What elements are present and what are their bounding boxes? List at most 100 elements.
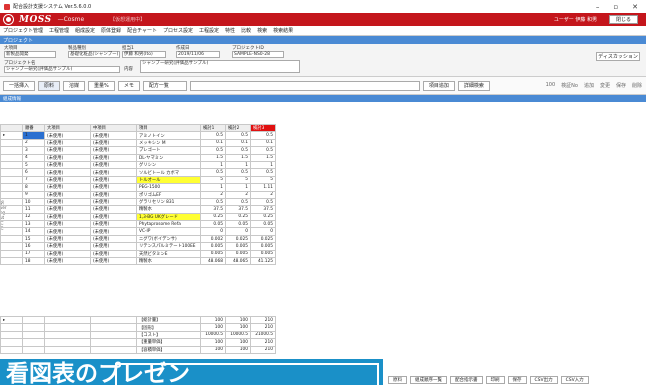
menu-material[interactable]: 原体登録 [101,27,121,34]
cell-order[interactable]: 18 [22,257,45,266]
row-indicator[interactable] [0,257,23,266]
row-indicator[interactable] [0,168,23,177]
close-icon[interactable]: ✕ [632,3,638,11]
row-indicator[interactable] [0,197,23,207]
cell-item[interactable]: プレゴート [136,146,201,155]
table-row[interactable]: 8 (未使用) (未使用) PEG-1500 1 1 1.11 [0,183,276,192]
cell-order[interactable]: 11 [22,205,45,214]
maximize-icon[interactable]: ▫ [613,3,618,11]
table-row[interactable]: 17 (未使用) (未使用) 天然ビタミンE 0.005 0.005 0.005 [0,249,276,259]
cell-study2[interactable]: 0 [225,227,251,236]
table-row[interactable]: 12 (未使用) (未使用) 1,3-BG UKグレード 0.25 0.25 0.25 [0,212,276,222]
cell-major[interactable]: (未使用) [44,131,91,140]
cell-order[interactable]: 12 [22,212,45,222]
cell-study3[interactable]: 0.5 [250,168,276,177]
col-major[interactable]: 大項目 [44,124,91,133]
cell-study3[interactable]: 0.005 [250,242,276,251]
cell-item[interactable]: DL-ヤマミン [136,153,201,162]
cell-item[interactable]: Phytaprosome Refa [136,220,201,229]
cell-major[interactable]: (未使用) [44,227,91,236]
menu-compare[interactable]: 比較 [241,27,251,34]
formula-select[interactable]: 配方一覧 [142,80,187,91]
cell-study2[interactable]: 0.25 [225,212,251,222]
table-row[interactable]: 15 (未使用) (未使用) ニグワ(ボイデンサ) 0.002 0.025 0.025 [0,234,276,244]
cell-study3[interactable]: 0.1 [250,138,276,148]
cell-item[interactable]: グラリセリン 831 [136,197,201,207]
cell-study2[interactable]: 0.5 [225,197,251,207]
cell-study3[interactable]: 37.5 [250,205,276,214]
row-indicator[interactable]: ▸ [0,131,23,140]
cell-major[interactable]: (未使用) [44,190,91,199]
cell-study3[interactable]: 5 [250,175,276,185]
menu-search-result[interactable]: 検索結果 [273,27,293,34]
cell-mid[interactable]: (未使用) [90,257,137,266]
cell-order[interactable]: 2 [22,138,45,148]
cell-mid[interactable]: (未使用) [90,197,137,207]
cell-study2[interactable]: 1.5 [225,153,251,162]
cell-study1[interactable]: 0.05 [200,220,226,229]
row-indicator[interactable] [0,183,23,192]
row-indicator[interactable] [0,249,23,259]
cell-order[interactable]: 8 [22,183,45,192]
cell-study1[interactable]: 0.25 [200,212,226,222]
cell-mid[interactable]: (未使用) [90,190,137,199]
cell-order[interactable]: 13 [22,220,45,229]
cell-study2[interactable]: 0.5 [225,168,251,177]
row-indicator[interactable] [0,138,23,148]
table-row[interactable]: 18 (未使用) (未使用) 精製水 48.068 48.065 41.125 [0,257,276,266]
link-100[interactable]: 100 [546,82,556,89]
row-indicator[interactable] [0,234,23,244]
cell-mid[interactable]: (未使用) [90,205,137,214]
cell-major[interactable]: (未使用) [44,146,91,155]
cell-study2[interactable]: 0.005 [225,242,251,251]
cell-study3[interactable]: 41.125 [250,257,276,266]
col-study1[interactable]: 検討1 [200,124,226,133]
cell-major[interactable]: (未使用) [44,220,91,229]
cell-study3[interactable]: 0.005 [250,249,276,259]
cell-study3[interactable]: 0 [250,227,276,236]
cell-order[interactable]: 7 [22,175,45,185]
row-indicator[interactable] [0,220,23,229]
cell-major[interactable]: (未使用) [44,205,91,214]
cell-study3[interactable]: 0.05 [250,220,276,229]
content-textarea[interactable]: シャンプー研究(評価品サンプル) [140,60,300,73]
menu-project[interactable]: プロジェクト管理 [3,27,43,34]
menu-process[interactable]: 工程管理 [49,27,69,34]
cell-mid[interactable]: (未使用) [90,234,137,244]
cell-study3[interactable]: 1.5 [250,153,276,162]
cell-item[interactable]: トルオール [136,175,201,185]
table-row[interactable]: 9 (未使用) (未使用) ポリゴムEF 2 2 2 [0,190,276,199]
cell-study3[interactable]: 0.25 [250,212,276,222]
cell-study1[interactable]: 0.002 [200,234,226,244]
cell-item[interactable]: 天然ビタミンE [136,249,201,259]
cell-item[interactable]: 精製水 [136,205,201,214]
cell-mid[interactable]: (未使用) [90,146,137,155]
cell-study3[interactable]: 0.025 [250,234,276,244]
cell-mid[interactable]: (未使用) [90,160,137,170]
cell-order[interactable]: 6 [22,168,45,177]
cell-item[interactable]: ソルビトール カボマ [136,168,201,177]
cell-study2[interactable]: 0.05 [225,220,251,229]
solvent-button[interactable]: 溶媒 [63,80,86,91]
menu-chart[interactable]: 配合チャート [127,27,157,34]
menu-search[interactable]: 検索 [257,27,267,34]
table-row[interactable]: 11 (未使用) (未使用) 精製水 37.5 37.5 37.5 [0,205,276,214]
cell-study1[interactable]: 0.005 [200,242,226,251]
table-row[interactable]: 13 (未使用) (未使用) Phytaprosome Refa 0.05 0.05 0.0… [0,220,276,229]
cell-major[interactable]: (未使用) [44,175,91,185]
cell-study1[interactable]: 0.5 [200,197,226,207]
cell-major[interactable]: (未使用) [44,257,91,266]
cell-study3[interactable]: 2 [250,190,276,199]
link-delete[interactable]: 削除 [632,82,642,89]
cell-order[interactable]: 3 [22,146,45,155]
row-indicator[interactable] [0,212,23,222]
cell-mid[interactable]: (未使用) [90,212,137,222]
cell-major[interactable]: (未使用) [44,242,91,251]
link-verify-no[interactable]: 検証No [561,82,578,89]
csv-export-button[interactable]: CSV出力 [529,376,558,384]
menu-property[interactable]: 特性 [225,27,235,34]
cell-study2[interactable]: 0.005 [225,249,251,259]
row-indicator[interactable] [0,146,23,155]
table-row[interactable]: 2 (未使用) (未使用) メッキシン M 0.1 0.1 0.1 [0,138,276,148]
material-button[interactable]: 原料 [38,80,61,91]
